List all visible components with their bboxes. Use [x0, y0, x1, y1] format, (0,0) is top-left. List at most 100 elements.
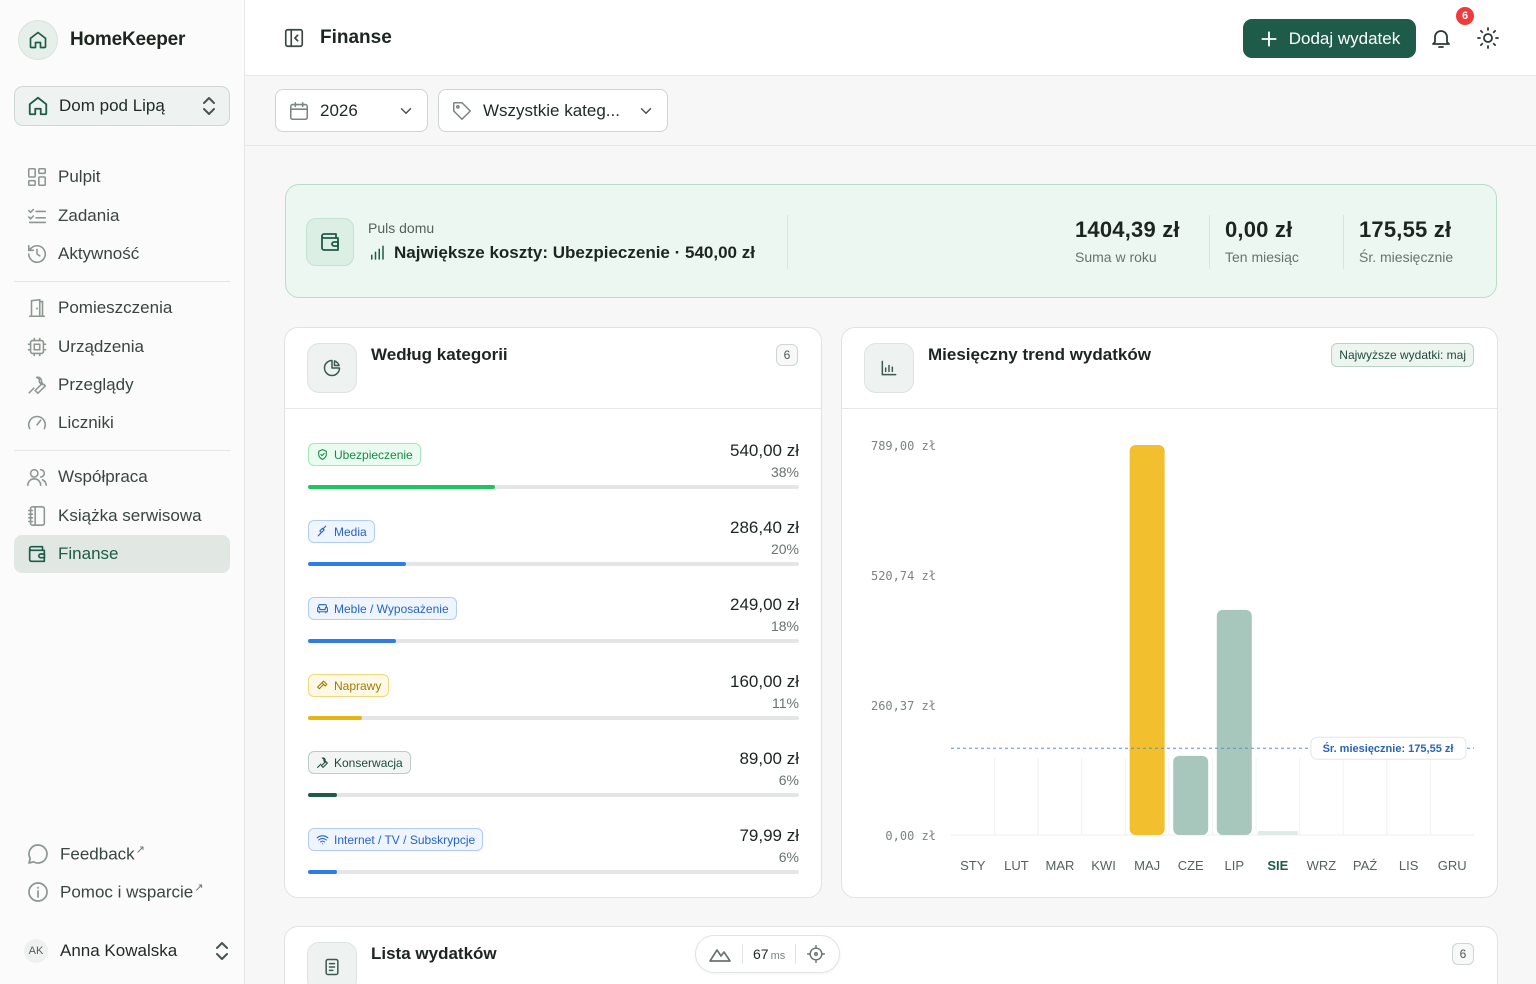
filter-bar: 2026 Wszystkie kateg...: [245, 76, 1536, 146]
category-chip: Internet / TV / Subskrypcje: [308, 828, 484, 851]
nav-label: Przeglądy: [58, 375, 134, 394]
nav-item-finanse[interactable]: Finanse: [14, 535, 230, 573]
category-row[interactable]: Meble / Wyposażenie 249,00 zł 18%: [308, 595, 799, 657]
nav-item-wspolpraca[interactable]: Współpraca: [14, 458, 230, 496]
category-percent: 11%: [772, 695, 799, 711]
nav-label: Urządzenia: [58, 337, 144, 356]
user-menu[interactable]: AK Anna Kowalska: [24, 932, 230, 970]
sidebar-toggle-button[interactable]: [283, 27, 305, 49]
bar-maj: [1129, 445, 1165, 835]
nav-label: Książka serwisowa: [58, 506, 202, 525]
pulse-headline: Największe koszty: Ubezpieczenie · 540,0…: [394, 243, 755, 262]
nav-label: Pulpit: [58, 167, 101, 186]
category-chip: Meble / Wyposażenie: [308, 597, 457, 620]
y-tick-label: 0,00 zł: [885, 829, 936, 843]
stat-value: 1404,39 zł: [1075, 217, 1180, 242]
expenses-count-badge: 6: [1452, 943, 1474, 965]
nav-item-pulpit[interactable]: Pulpit: [14, 158, 230, 196]
shield-icon: [318, 449, 327, 460]
category-name: Internet / TV / Subskrypcje: [334, 832, 476, 847]
bar-chart-icon: [371, 245, 384, 260]
bell-icon: [1432, 30, 1450, 48]
divider: [1343, 215, 1344, 269]
chat-icon: [28, 844, 48, 864]
nav-label-text: Pomoc i wsparcie: [60, 882, 194, 902]
x-tick-label: CZE: [1178, 858, 1204, 873]
nav-item-przeglady[interactable]: Przeglądy: [14, 366, 230, 404]
hammer-icon: [317, 680, 328, 690]
nav-item-liczniki[interactable]: Liczniki: [14, 404, 230, 442]
receipt-icon: [307, 942, 357, 984]
category-row[interactable]: Internet / TV / Subskrypcje 79,99 zł 6%: [308, 826, 799, 888]
add-expense-button[interactable]: Dodaj wydatek: [1243, 19, 1416, 58]
wifi-icon: [316, 835, 329, 845]
average-label: Śr. miesięcznie: 175,55 zł: [1323, 742, 1454, 755]
bar-lip: [1216, 609, 1252, 835]
plus-icon: [1261, 30, 1277, 47]
y-tick-label: 260,37 zł: [871, 699, 936, 713]
nav-label: Liczniki: [58, 413, 114, 432]
page-title: Finanse: [320, 27, 392, 48]
category-row[interactable]: Media 286,40 zł 20%: [308, 518, 799, 580]
home-icon: [28, 96, 48, 116]
nav-item-pomieszczenia[interactable]: Pomieszczenia: [14, 289, 230, 327]
category-percent: 38%: [770, 464, 799, 480]
category-percent: 20%: [770, 541, 799, 557]
performance-widget[interactable]: 67 ms: [695, 935, 840, 973]
nav-label: Aktywność: [58, 244, 140, 263]
nav-label: Współpraca: [58, 467, 148, 486]
category-chip: Ubezpieczenie: [308, 443, 421, 466]
avatar: AK: [24, 939, 48, 963]
category-progress-track: [308, 639, 799, 643]
x-tick-label: LIS: [1399, 858, 1419, 873]
category-progress-fill: [308, 716, 362, 720]
theme-toggle-button[interactable]: [1476, 26, 1500, 50]
info-icon: [28, 882, 48, 902]
nav-item-aktywnosc[interactable]: Aktywność: [14, 235, 230, 273]
y-tick-label: 520,74 zł: [871, 569, 936, 583]
home-selector-label: Dom pod Lipą: [59, 96, 165, 115]
category-name: Naprawy: [334, 678, 382, 693]
tag-icon: [452, 101, 472, 120]
nav-item-ksiazka-serwisowa[interactable]: Książka serwisowa: [14, 497, 230, 535]
stat-monthly-average: 175,55 zł Śr. miesięcznie: [1359, 217, 1453, 265]
nav-label: Pomieszczenia: [58, 298, 173, 317]
wallet-icon: [306, 218, 354, 266]
categories-count-badge: 6: [776, 344, 798, 366]
checklist-icon: [27, 208, 47, 224]
expenses-title: Lista wydatków: [371, 944, 497, 963]
year-select[interactable]: 2026: [275, 89, 428, 132]
pie-chart-icon: [307, 343, 357, 393]
brand[interactable]: HomeKeeper: [18, 20, 185, 60]
category-row[interactable]: Naprawy 160,00 zł 11%: [308, 672, 799, 734]
notifications-button[interactable]: [1429, 26, 1453, 50]
category-row[interactable]: Ubezpieczenie 540,00 zł 38%: [308, 441, 799, 503]
monthly-trend-panel: Miesięczny trend wydatków Najwyższe wyda…: [841, 327, 1498, 898]
category-row[interactable]: Konserwacja 89,00 zł 6%: [308, 749, 799, 811]
divider: [285, 408, 821, 409]
nav-item-zadania[interactable]: Zadania: [14, 197, 230, 235]
category-progress-track: [308, 716, 799, 720]
nav-label: Feedback↗: [60, 843, 145, 865]
category-chip: Media: [308, 520, 375, 543]
sidebar: HomeKeeper Dom pod Lipą Pulpit Zadania A…: [0, 0, 245, 984]
mountain-icon: [709, 949, 731, 962]
expenses-panel: Lista wydatków 6: [284, 926, 1498, 984]
category-select[interactable]: Wszystkie kateg...: [438, 89, 668, 132]
category-percent: 6%: [778, 772, 799, 788]
divider: [742, 944, 743, 964]
crosshair-icon[interactable]: [806, 944, 826, 964]
nav-item-urzadzenia[interactable]: Urządzenia: [14, 328, 230, 366]
x-tick-label: GRU: [1438, 858, 1467, 873]
wrench-icon: [317, 757, 328, 768]
nav-item-feedback[interactable]: Feedback↗: [14, 835, 230, 873]
category-amount: 286,40 zł: [730, 518, 799, 537]
home-logo-icon: [18, 20, 58, 60]
home-selector[interactable]: Dom pod Lipą: [14, 86, 230, 126]
top-bar: Finanse Dodaj wydatek 6: [245, 0, 1536, 76]
grid-icon: [27, 167, 47, 187]
nav-item-pomoc[interactable]: Pomoc i wsparcie↗: [14, 873, 230, 911]
user-name: Anna Kowalska: [60, 941, 178, 960]
category-percent: 6%: [778, 849, 799, 865]
latency-unit: ms: [770, 950, 786, 962]
